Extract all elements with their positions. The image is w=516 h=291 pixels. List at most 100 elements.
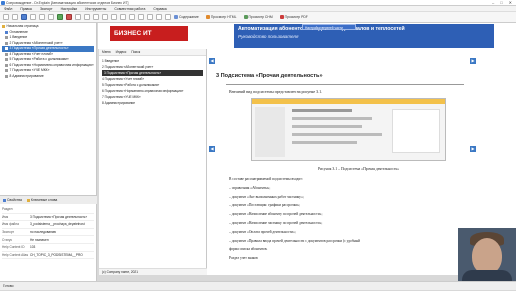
figure-line [292, 141, 357, 144]
content-button[interactable]: Содержание [174, 15, 199, 19]
menu-export[interactable]: Экспорт [40, 7, 53, 11]
prop-value[interactable]: CH_TOPIC_3_PODSISTEMA__PRO [30, 253, 94, 257]
prev-arrow-icon[interactable]: ◀ [209, 58, 215, 64]
up-icon[interactable] [75, 14, 81, 20]
tab-keywords[interactable]: Ключевые слова [26, 198, 58, 202]
preview-navigation: Меню Индекс Поиск 1 Введение 2 Подсистем… [99, 49, 207, 275]
indent-icon[interactable] [93, 14, 99, 20]
chm-preview-button[interactable]: Просмотр CHM [243, 15, 273, 19]
html-preview-button[interactable]: Просмотр HTML [205, 15, 237, 19]
app-icon [1, 1, 5, 5]
prop-row: Help Context Alias CH_TOPIC_3_PODSISTEMA_… [2, 252, 94, 260]
figure-panel [392, 109, 440, 153]
tab-menu[interactable]: Меню [102, 50, 111, 54]
tab-keywords-label: Ключевые слова [30, 198, 58, 202]
link-icon[interactable] [138, 14, 144, 20]
page-icon [5, 74, 8, 78]
list-item: – документ «Оплата прочей деятельности»; [229, 229, 296, 234]
pdf-icon [279, 15, 284, 19]
topic-list: В составе рассматриваемой подсистемы вхо… [229, 175, 360, 263]
list-item: – документ «Начисление абоненту по проче… [229, 212, 323, 217]
spell-icon[interactable] [147, 14, 153, 20]
open-icon[interactable] [12, 14, 18, 20]
page-icon [5, 58, 8, 62]
prop-key: Раздел [2, 207, 13, 212]
list-item: – документ «Начисление частнику по проче… [229, 220, 323, 225]
prop-key: Статус [2, 237, 13, 242]
next-arrow-icon[interactable]: ▶ [470, 146, 476, 152]
prop-row: Help Context ID 103 [2, 244, 94, 252]
tab-index[interactable]: Индекс [116, 50, 127, 54]
heading-divider [226, 84, 464, 85]
tree-item-label: 8 Администрирование [9, 73, 44, 78]
list-item: форма списка абонентов. [229, 247, 268, 252]
page-icon [5, 52, 8, 56]
tab-search[interactable]: Поиск [131, 50, 140, 54]
page-icon [5, 36, 8, 40]
list-item: – документ «Акт выполненных работ частни… [229, 194, 304, 199]
properties-panel: Раздел Имя 3 Подсистема «Прочая деятельно… [0, 204, 97, 281]
menu-help[interactable]: Справка [153, 7, 166, 11]
status-bar: Готово [0, 281, 516, 290]
prev-arrow-icon[interactable]: ◀ [209, 146, 215, 152]
nav-list: 1 Введение 2 Подсистема «Абонентский уче… [99, 56, 206, 108]
prop-value[interactable]: 3_podsistema__prochaya_deyatelnost [30, 222, 94, 226]
page-icon [5, 41, 8, 45]
capture-icon[interactable] [111, 14, 117, 20]
image-icon[interactable] [120, 14, 126, 20]
prop-row: Статус Не назначен [2, 236, 94, 244]
redo-icon[interactable] [165, 14, 171, 20]
menu-collab[interactable]: Совместная работа [114, 7, 145, 11]
pdf-preview-button[interactable]: Просмотр PDF [279, 15, 308, 19]
new-icon[interactable] [3, 14, 9, 20]
banner-subtitle: Руководство пользователя [238, 33, 299, 39]
copy-icon[interactable] [39, 14, 45, 20]
tab-properties-label: Свойства [7, 198, 22, 202]
html-icon [205, 15, 210, 19]
figure-screenshot [251, 98, 446, 161]
menu-tools[interactable]: Инструменты [85, 7, 106, 11]
intro-paragraph: Внешний вид подсистемы представлен на ри… [229, 89, 323, 94]
undo-icon[interactable] [156, 14, 162, 20]
prop-value[interactable]: Не назначен [30, 238, 94, 242]
prop-value[interactable]: 103 [30, 245, 94, 249]
prop-key: Help Context Alias [2, 252, 29, 257]
table-icon[interactable] [129, 14, 135, 20]
nav-tabs: Меню Индекс Поиск [99, 49, 206, 56]
down-icon[interactable] [84, 14, 90, 20]
banner-title-box: Автоматизация абонентских отделов водока… [234, 24, 494, 48]
figure-line [292, 133, 382, 136]
prop-key: Имя [2, 214, 9, 219]
cut-icon[interactable] [30, 14, 36, 20]
prop-row: Имя файла 3_podsistema__prochaya_deyateln… [2, 221, 94, 229]
paste-icon[interactable] [48, 14, 54, 20]
outdent-icon[interactable] [102, 14, 108, 20]
figure-header-strip [252, 99, 445, 104]
header-settings-button[interactable]: Настройки верхней части [302, 24, 356, 30]
nav-item[interactable]: 8 Администрирование [102, 100, 203, 106]
properties-icon [3, 198, 6, 202]
prop-row: Имя 3 Подсистема «Прочая деятельность» [2, 214, 94, 222]
window-title: Сопровождение - Dr.Explain [Автоматизаци… [6, 1, 129, 5]
figure-line [292, 125, 362, 128]
prop-value[interactable]: по наследованию [30, 230, 94, 234]
prop-value[interactable]: 3 Подсистема «Прочая деятельность» [30, 215, 94, 219]
list-item: Раздел учет знаков [229, 256, 258, 261]
save-icon[interactable] [21, 14, 27, 20]
list-item: – документ «Правила ввода прочей деятель… [229, 238, 360, 243]
figure-caption: Рисунок 3.1 – Подсистема «Прочая деятель… [318, 167, 400, 171]
next-arrow-icon[interactable]: ▶ [470, 58, 476, 64]
project-tree: Сопровождение - Dr.Explain [Автоматизаци… [0, 23, 97, 195]
menu-settings[interactable]: Настройки [61, 7, 78, 11]
menu-file[interactable]: Файл [4, 7, 12, 11]
key-icon [26, 198, 30, 202]
bottom-tabs: Свойства Ключевые слова [0, 195, 97, 204]
list-item: – документ «Поставщик: графики рассрочки… [229, 203, 301, 208]
toolbar: Содержание Просмотр HTML Просмотр CHM Пр… [0, 12, 516, 23]
add-topic-icon[interactable] [57, 14, 63, 20]
menu-edit[interactable]: Правка [20, 7, 31, 11]
company-logo: БИЗНЕС ИТ [110, 26, 188, 41]
tree-item[interactable]: 8 Администрирование [2, 74, 94, 80]
delete-topic-icon[interactable] [66, 14, 72, 20]
tab-properties[interactable]: Свойства [3, 198, 22, 202]
